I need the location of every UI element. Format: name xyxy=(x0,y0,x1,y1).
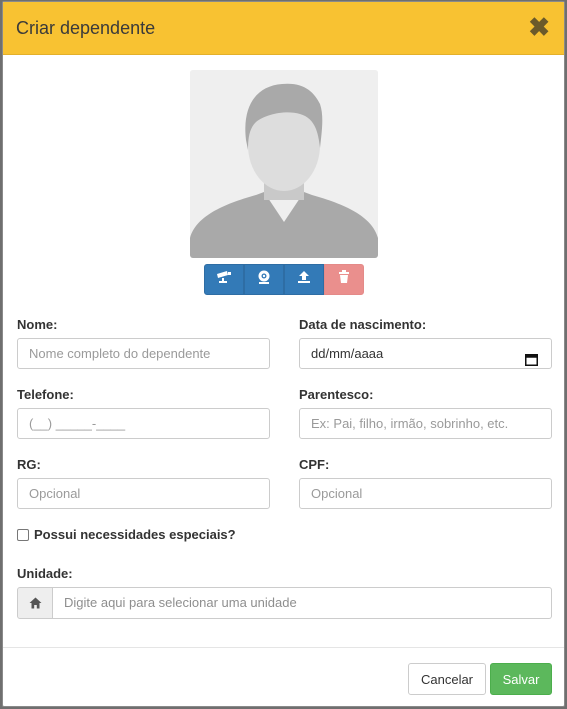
data-nascimento-label: Data de nascimento: xyxy=(299,317,427,332)
cpf-placeholder: Opcional xyxy=(311,486,363,501)
unidade-label: Unidade: xyxy=(17,566,73,581)
save-button[interactable]: Salvar xyxy=(490,663,552,695)
telefone-label: Telefone: xyxy=(17,387,74,402)
rg-placeholder: Opcional xyxy=(29,486,81,501)
cpf-input[interactable]: Opcional xyxy=(299,478,552,509)
parentesco-placeholder: Ex: Pai, filho, irmão, sobrinho, etc. xyxy=(311,416,509,431)
unidade-input[interactable]: Digite aqui para selecionar uma unidade xyxy=(53,587,552,619)
home-icon xyxy=(17,587,53,619)
close-icon[interactable]: ✖ xyxy=(528,12,550,42)
webcam-icon xyxy=(256,269,272,290)
modal-title: Criar dependente xyxy=(16,18,156,38)
necessidades-row: Possui necessidades especiais? xyxy=(17,527,236,542)
nome-placeholder: Nome completo do dependente xyxy=(29,346,211,361)
cpf-label: CPF: xyxy=(299,457,330,472)
upload-icon xyxy=(297,270,311,289)
necessidades-checkbox[interactable] xyxy=(17,528,29,541)
necessidades-label[interactable]: Possui necessidades especiais? xyxy=(34,527,236,542)
telefone-input[interactable]: (__) _____-____ xyxy=(17,408,270,439)
unidade-input-group: Digite aqui para selecionar uma unidade xyxy=(17,587,552,619)
data-nascimento-value: dd/mm/aaaa xyxy=(311,346,384,361)
footer-divider xyxy=(3,647,564,648)
nome-input[interactable]: Nome completo do dependente xyxy=(17,338,270,369)
modal-header: Criar dependente ✖ xyxy=(3,2,564,55)
camera-icon xyxy=(216,270,232,289)
rg-input[interactable]: Opcional xyxy=(17,478,270,509)
upload-button[interactable] xyxy=(284,264,324,295)
camera-button[interactable] xyxy=(204,264,244,295)
data-nascimento-input[interactable]: dd/mm/aaaa xyxy=(299,338,552,369)
webcam-button[interactable] xyxy=(244,264,284,295)
delete-photo-button[interactable] xyxy=(324,264,364,295)
calendar-icon[interactable] xyxy=(525,347,538,376)
nome-label: Nome: xyxy=(17,317,58,332)
photo-toolbar xyxy=(204,264,364,295)
trash-icon xyxy=(338,270,350,289)
person-silhouette-icon xyxy=(190,70,378,258)
unidade-placeholder: Digite aqui para selecionar uma unidade xyxy=(64,595,297,610)
cancel-button[interactable]: Cancelar xyxy=(408,663,486,695)
parentesco-label: Parentesco: xyxy=(299,387,374,402)
create-dependent-modal: Criar dependente ✖ Nome: Nome completo d… xyxy=(2,1,565,707)
parentesco-input[interactable]: Ex: Pai, filho, irmão, sobrinho, etc. xyxy=(299,408,552,439)
rg-label: RG: xyxy=(17,457,41,472)
telefone-placeholder: (__) _____-____ xyxy=(29,416,126,431)
